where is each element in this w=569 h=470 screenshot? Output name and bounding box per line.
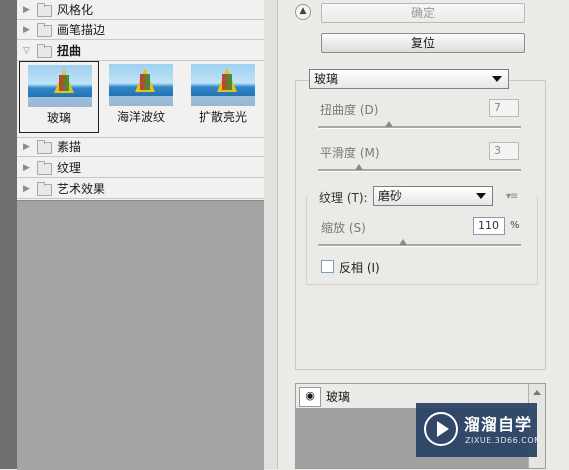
expand-triangle-icon[interactable]: ▶	[23, 179, 33, 199]
distortion-slider-track[interactable]	[318, 126, 521, 129]
eye-icon[interactable]: ◉	[299, 387, 321, 407]
thumb-glass[interactable]: 玻璃	[19, 61, 99, 133]
reset-button[interactable]: 复位	[321, 33, 525, 53]
smoothness-slider-track[interactable]	[318, 169, 521, 172]
expand-triangle-icon[interactable]: ▶	[23, 0, 33, 20]
filter-thumbnails: 玻璃 海洋波纹 扩散亮光	[17, 61, 264, 138]
distortion-input[interactable]: 7	[489, 99, 519, 117]
folder-icon	[37, 182, 52, 196]
smoothness-input[interactable]: 3	[489, 142, 519, 160]
folder-icon	[37, 161, 52, 175]
expand-triangle-icon[interactable]: ▶	[23, 137, 33, 157]
expand-triangle-icon[interactable]: ▶	[23, 20, 33, 40]
category-label: 艺术效果	[57, 182, 106, 196]
filter-tree: ▶ 风格化 ▶ 画笔描边 ▽ 扭曲 玻璃 海洋波纹 扩散亮光 ▶ 素描 ▶ 纹理…	[17, 0, 265, 470]
effect-layer-name: 玻璃	[326, 390, 351, 404]
ok-button[interactable]: 确定	[321, 3, 525, 23]
thumbnail-label: 玻璃	[46, 111, 71, 125]
empty-tree-area	[17, 200, 264, 470]
category-label: 画笔描边	[57, 23, 106, 37]
scale-input[interactable]: 110	[473, 217, 505, 235]
distortion-slider-thumb[interactable]	[385, 121, 394, 127]
dropdown-arrow-icon	[492, 76, 502, 82]
thumbnail-image	[191, 64, 255, 106]
category-label: 素描	[57, 140, 82, 154]
folder-icon	[37, 3, 52, 17]
play-logo-icon	[424, 412, 458, 446]
distortion-label: 扭曲度 (D)	[320, 103, 379, 117]
watermark: 溜溜自学 ZIXUE.3D66.COM	[416, 403, 541, 457]
thumbnail-label: 扩散亮光	[198, 110, 247, 124]
scale-slider-thumb[interactable]	[399, 239, 408, 245]
left-edge-strip	[0, 0, 17, 469]
thumbnail-image	[109, 64, 173, 106]
category-artistic[interactable]: ▶ 艺术效果	[17, 179, 264, 199]
category-texture[interactable]: ▶ 纹理	[17, 158, 264, 178]
scale-slider-track[interactable]	[318, 244, 521, 247]
invert-label: 反相 (I)	[339, 261, 380, 275]
thumbnail-label: 海洋波纹	[116, 110, 165, 124]
category-label: 风格化	[57, 3, 94, 17]
folder-icon	[37, 23, 52, 37]
divider-scrollbar[interactable]	[264, 0, 278, 469]
collapse-chevron-icon[interactable]: ▲	[295, 4, 311, 20]
watermark-url: ZIXUE.3D66.COM	[465, 436, 542, 445]
watermark-title: 溜溜自学	[464, 415, 533, 434]
filter-select-value: 玻璃	[314, 72, 339, 86]
category-sketch[interactable]: ▶ 素描	[17, 137, 264, 157]
invert-checkbox[interactable]	[321, 260, 334, 273]
category-label: 纹理	[57, 161, 82, 175]
category-stylize[interactable]: ▶ 风格化	[17, 0, 264, 20]
filter-select[interactable]: 玻璃	[309, 69, 509, 89]
scale-label: 缩放 (S)	[321, 221, 366, 235]
scale-unit: %	[510, 220, 520, 231]
thumb-diffuse-glow[interactable]: 扩散亮光	[183, 61, 263, 133]
category-label: 扭曲	[57, 44, 82, 58]
expand-triangle-icon[interactable]: ▶	[23, 158, 33, 178]
folder-icon	[37, 44, 52, 58]
smoothness-slider-thumb[interactable]	[354, 164, 363, 170]
category-brush-strokes[interactable]: ▶ 画笔描边	[17, 20, 264, 40]
thumb-ocean-ripple[interactable]: 海洋波纹	[101, 61, 181, 133]
folder-icon	[37, 140, 52, 154]
scroll-up-icon[interactable]	[533, 390, 541, 395]
category-distort[interactable]: ▽ 扭曲	[17, 41, 264, 61]
smoothness-label: 平滑度 (M)	[320, 146, 380, 160]
collapse-triangle-icon[interactable]: ▽	[23, 41, 33, 61]
thumbnail-image	[28, 65, 92, 107]
